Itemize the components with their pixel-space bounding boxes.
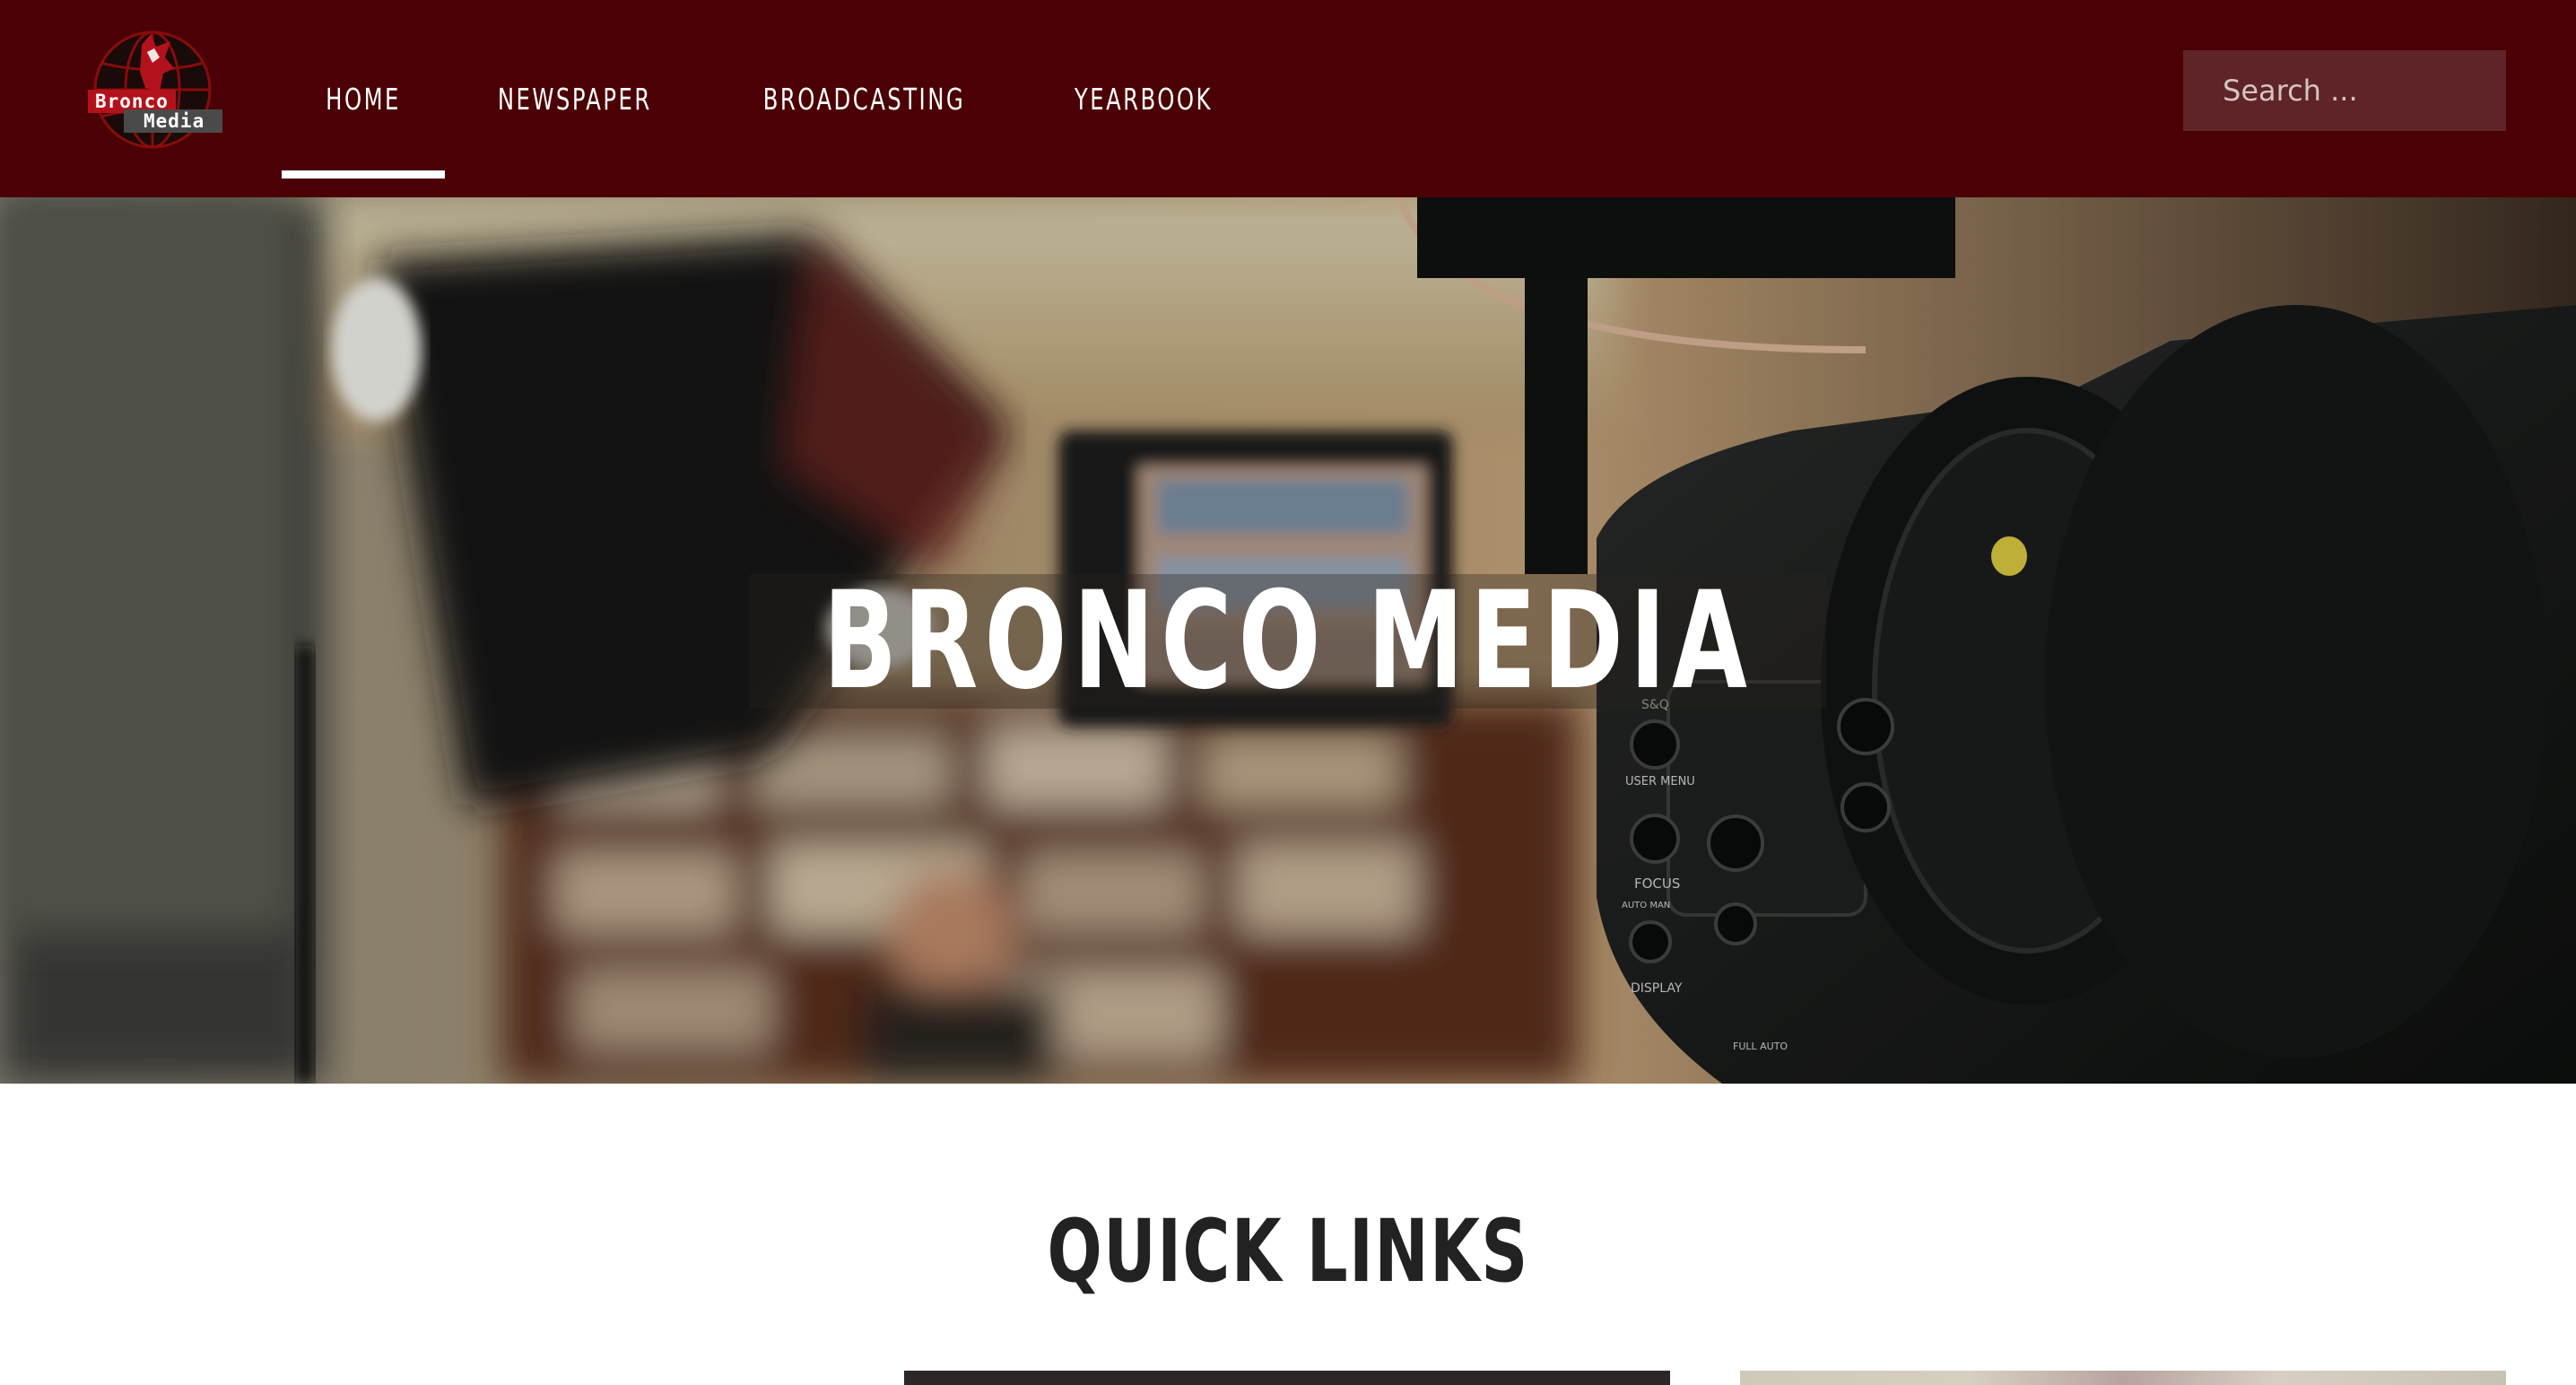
quick-link-card-thumbnail[interactable] — [1740, 1371, 2506, 1385]
logo-text-media: Media — [144, 110, 205, 132]
nav-item-yearbook[interactable]: YEARBOOK — [1023, 0, 1264, 197]
hero-title-text: BRONCO MEDIA — [822, 563, 1754, 719]
logo-text-bronco: Bronco — [95, 91, 169, 112]
nav-item-label: BROADCASTING — [762, 81, 965, 117]
nav-item-broadcasting[interactable]: BROADCASTING — [705, 0, 1023, 197]
main-nav: HOME NEWSPAPER BROADCASTING YEARBOOK — [282, 0, 1263, 197]
quick-links-heading: QUICK LINKS — [0, 1202, 2576, 1301]
nav-item-home[interactable]: HOME — [282, 0, 446, 197]
quick-links-heading-text: QUICK LINKS — [1047, 1201, 1529, 1302]
nav-item-label: HOME — [326, 81, 401, 117]
search-box[interactable] — [2183, 50, 2576, 131]
nav-item-newspaper[interactable]: NEWSPAPER — [445, 0, 705, 197]
quick-link-card-thumbnail[interactable] — [904, 1371, 1670, 1385]
bronco-media-logo-image: Bronco Media — [88, 30, 222, 149]
nav-item-label: YEARBOOK — [1074, 81, 1213, 117]
bronco-media-logo[interactable]: Bronco Media — [88, 27, 222, 152]
search-input[interactable] — [2223, 64, 2576, 118]
hero-banner: S&Q USER MENU FOCUS DISPLAY AUTO MAN FUL… — [0, 197, 2576, 1084]
hero-title: BRONCO MEDIA — [750, 563, 1826, 719]
nav-item-label: NEWSPAPER — [497, 81, 652, 117]
site-header: Bronco Media HOME NEWSPAPER BROADCASTING… — [0, 0, 2576, 197]
